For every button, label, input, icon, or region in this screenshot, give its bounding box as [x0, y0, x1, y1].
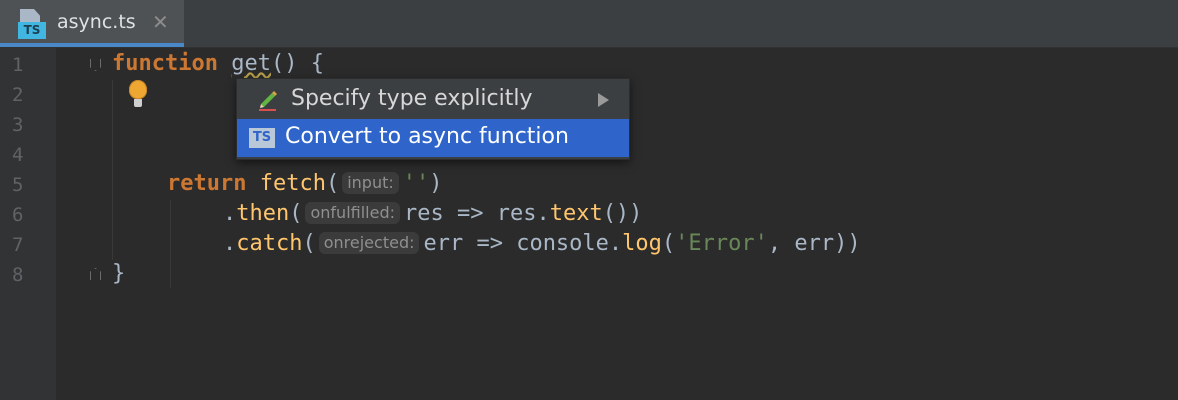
code-text: , err))	[767, 231, 861, 256]
submenu-arrow-icon	[598, 93, 609, 107]
line-number: 7	[12, 234, 24, 256]
code-text: res => res.	[404, 201, 550, 226]
code-text: ())	[602, 201, 643, 226]
active-tab-indicator	[0, 43, 184, 47]
code-text: (	[302, 231, 316, 256]
keyword-return: return	[167, 171, 247, 196]
line-number: 3	[12, 114, 24, 136]
code-text: err => console.	[423, 231, 623, 256]
method-text: text	[549, 201, 603, 226]
menu-item-specify-type[interactable]: Specify type explicitly	[237, 81, 629, 119]
close-icon[interactable]: ✕	[152, 10, 169, 34]
method-catch: catch	[236, 231, 303, 256]
tab-title: async.ts	[57, 11, 136, 33]
keyword-function: function	[112, 51, 218, 76]
line-number: 1	[12, 54, 24, 76]
ts-badge: TS	[18, 22, 46, 39]
method-log: log	[622, 231, 662, 256]
menu-item-label: Specify type explicitly	[291, 86, 533, 111]
menu-item-label: Convert to async function	[285, 124, 569, 149]
tab-async-ts[interactable]: TS async.ts ✕	[0, 0, 184, 47]
fold-close-icon[interactable]	[90, 268, 101, 280]
line-number: 5	[12, 174, 24, 196]
code-text: .	[223, 201, 237, 226]
method-then: then	[236, 201, 290, 226]
fold-open-icon[interactable]	[90, 59, 101, 71]
code-line-1[interactable]: function get() {	[112, 49, 324, 79]
indent-guide	[112, 80, 113, 260]
editor-tab-bar: TS async.ts ✕	[0, 0, 1178, 48]
parameter-hint-input: input:	[342, 172, 399, 194]
typescript-file-icon: TS	[18, 9, 46, 39]
code-line-7[interactable]: .catch(onrejected: err => console.log('Er…	[223, 229, 861, 259]
line-number: 2	[12, 84, 24, 106]
code-text: )	[429, 171, 443, 196]
closing-brace: }	[112, 261, 126, 286]
typescript-icon: TS	[249, 128, 275, 148]
code-line-5[interactable]: return fetch(input: '')	[167, 169, 443, 199]
indent-guide	[170, 200, 171, 288]
code-line-6[interactable]: .then(onfulfilled: res => res.text())	[223, 199, 642, 229]
code-text: () {	[270, 51, 324, 76]
code-text: .	[223, 231, 237, 256]
string-literal: ''	[402, 171, 430, 196]
intention-actions-popup: Specify type explicitly TS Convert to as…	[236, 78, 630, 160]
menu-item-convert-async[interactable]: TS Convert to async function	[237, 119, 629, 157]
pencil-icon	[259, 91, 277, 111]
line-number: 8	[12, 264, 24, 286]
code-text: (	[661, 231, 676, 256]
function-name-get[interactable]: get	[231, 51, 271, 76]
lightbulb-icon[interactable]	[128, 80, 148, 110]
code-line-8[interactable]: }	[112, 259, 125, 289]
line-number: 6	[12, 204, 24, 226]
line-number: 4	[12, 144, 24, 166]
code-text: (	[325, 171, 340, 196]
bulb-glass	[129, 80, 147, 99]
call-fetch: fetch	[259, 171, 326, 196]
parameter-hint-onfulfilled: onfulfilled:	[305, 202, 400, 224]
string-literal: 'Error'	[675, 231, 768, 256]
code-text: (	[289, 201, 303, 226]
bulb-base	[134, 99, 142, 107]
parameter-hint-onrejected: onrejected:	[318, 232, 420, 254]
